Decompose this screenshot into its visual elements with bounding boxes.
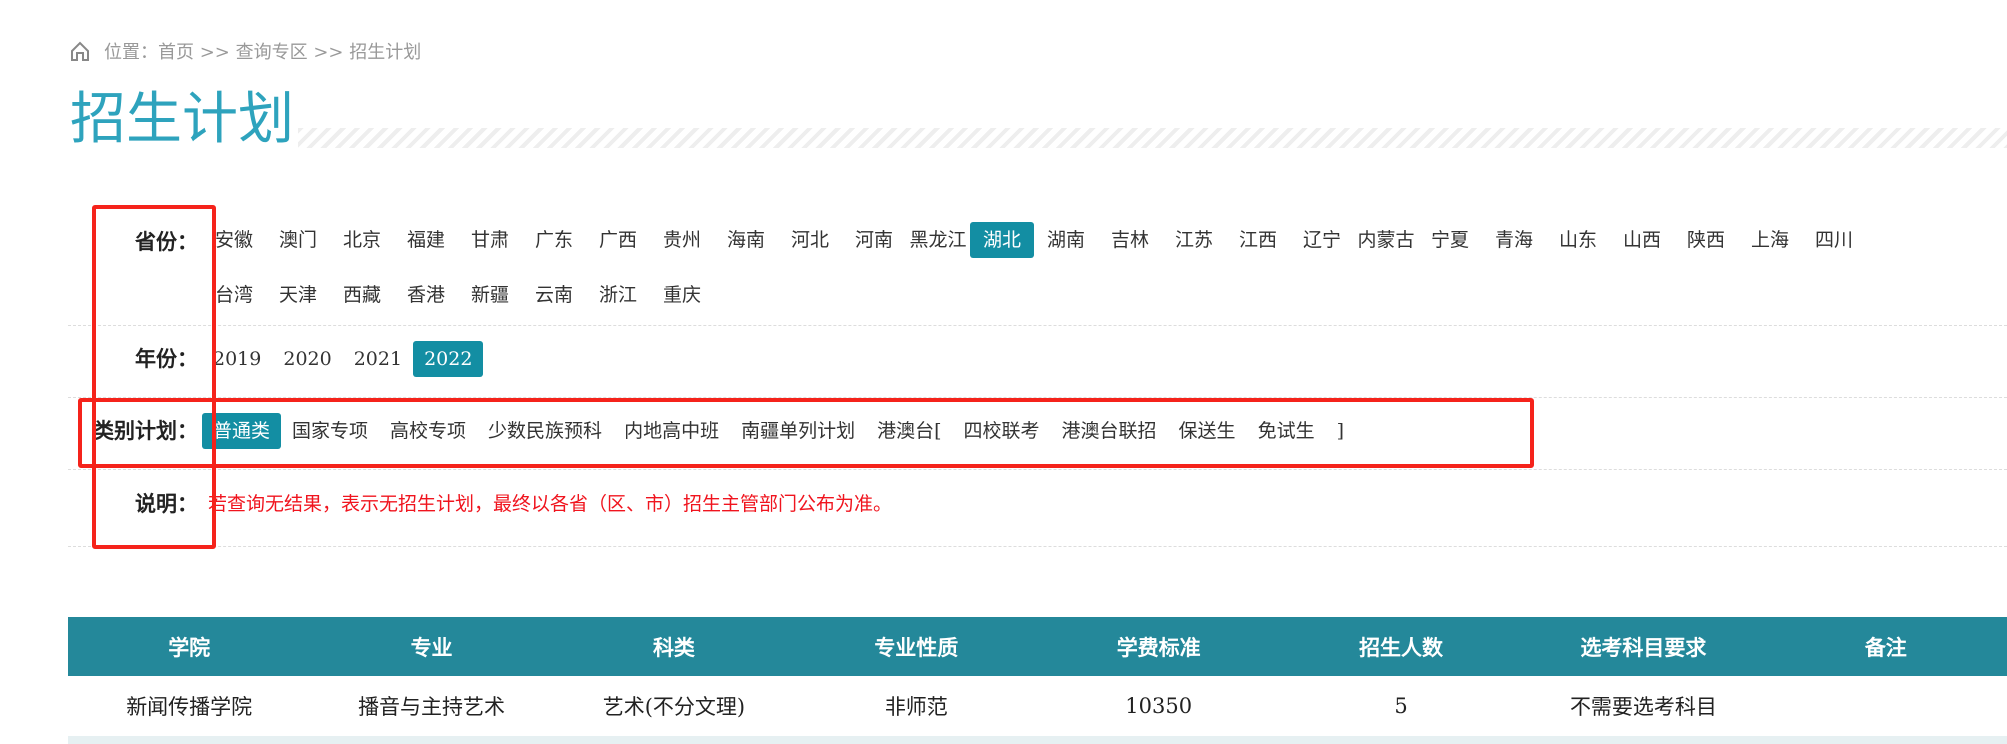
province-option[interactable]: 福建 [394, 222, 458, 258]
year-option[interactable]: 2022 [413, 341, 484, 377]
table-row: 新闻传播学院 播音与主持艺术 艺术(不分文理) 非师范 10350 5 不需要选考科目 [68, 676, 2007, 736]
plan-table: 学院 专业 科类 专业性质 学费标准 招生人数 选考科目要求 备注 新闻传播学院 播音与主持艺术… [68, 617, 2007, 736]
province-option[interactable]: 青海 [1482, 222, 1546, 258]
note-text: 若查询无结果，表示无招生计划，最终以各省（区、市）招生主管部门公布为准。 [208, 493, 893, 515]
column-header: 专业 [310, 617, 553, 676]
province-option[interactable]: 西藏 [330, 277, 394, 313]
highlight-box-category [78, 398, 1534, 468]
province-option[interactable]: 江苏 [1162, 222, 1226, 258]
page-title: 招生计划 [70, 87, 294, 152]
table-cell: 不需要选考科目 [1569, 695, 1717, 719]
province-option[interactable]: 浙江 [586, 277, 650, 313]
table-cell: 播音与主持艺术 [358, 695, 506, 719]
table-cell: 艺术(不分文理) [602, 695, 746, 719]
breadcrumb-text: 位置：首页 >> 查询专区 >> 招生计划 [104, 42, 422, 63]
province-option[interactable]: 贵州 [650, 222, 714, 258]
year-option[interactable]: 2020 [272, 341, 342, 377]
table-cell: 5 [1394, 694, 1408, 718]
province-option[interactable]: 吉林 [1098, 222, 1162, 258]
province-option[interactable]: 广西 [586, 222, 650, 258]
province-option[interactable]: 江西 [1226, 222, 1290, 258]
province-option[interactable]: 湖北 [970, 222, 1034, 258]
column-header: 专业性质 [795, 617, 1038, 676]
column-header: 学院 [68, 617, 311, 676]
province-option[interactable]: 天津 [266, 277, 330, 313]
province-option[interactable]: 上海 [1738, 222, 1802, 258]
title-decoration [298, 128, 2007, 148]
column-header: 备注 [1764, 617, 2007, 676]
province-option[interactable]: 河北 [778, 222, 842, 258]
year-filter: 年份： 2019 2020 2021 2022 [68, 341, 2007, 398]
table-cell [1765, 676, 2007, 736]
province-filter: 省份： 安徽 澳门 北京 福建 甘肃 广东 广西 贵州 海南 河北 河南 黑龙江 湖北 湖南 吉林 江苏 江西辽… [68, 222, 2007, 326]
home-icon[interactable] [70, 41, 90, 61]
province-option[interactable]: 澳门 [266, 222, 330, 258]
table-cell: 非师范 [884, 695, 948, 719]
province-option[interactable]: 新疆 [458, 277, 522, 313]
province-option[interactable]: 重庆 [650, 277, 714, 313]
column-header: 招生人数 [1279, 617, 1523, 676]
province-option[interactable]: 北京 [330, 222, 394, 258]
province-option[interactable]: 辽宁 [1290, 222, 1354, 258]
table-cell: 10350 [1125, 694, 1193, 718]
province-option[interactable]: 香港 [394, 277, 458, 313]
column-header: 学费标准 [1037, 617, 1280, 676]
column-header: 科类 [552, 617, 796, 676]
highlight-box-labels [92, 205, 216, 549]
province-option[interactable]: 云南 [522, 277, 586, 313]
year-option[interactable]: 2021 [343, 341, 413, 377]
column-header: 选考科目要求 [1522, 617, 1765, 676]
province-option[interactable]: 四川 [1802, 222, 1866, 258]
province-option[interactable]: 甘肃 [458, 222, 522, 258]
province-option[interactable]: 黑龙江 [906, 222, 970, 258]
province-option[interactable]: 海南 [714, 222, 778, 258]
province-option[interactable]: 陕西 [1674, 222, 1738, 258]
province-option[interactable]: 湖南 [1034, 222, 1098, 258]
table-next-row [68, 736, 2007, 744]
note-row: 说明： 若查询无结果，表示无招生计划，最终以各省（区、市）招生主管部门公布为准。 [68, 486, 2007, 547]
province-option[interactable]: 山西 [1610, 222, 1674, 258]
breadcrumb: 位置：首页 >> 查询专区 >> 招生计划 [70, 38, 421, 64]
province-option[interactable]: 河南 [842, 222, 906, 258]
province-option[interactable]: 山东 [1546, 222, 1610, 258]
province-option[interactable]: 宁夏 [1418, 222, 1482, 258]
province-option[interactable]: 广东 [522, 222, 586, 258]
table-cell: 新闻传播学院 [126, 695, 253, 719]
province-option[interactable]: 内蒙古 [1354, 222, 1418, 258]
